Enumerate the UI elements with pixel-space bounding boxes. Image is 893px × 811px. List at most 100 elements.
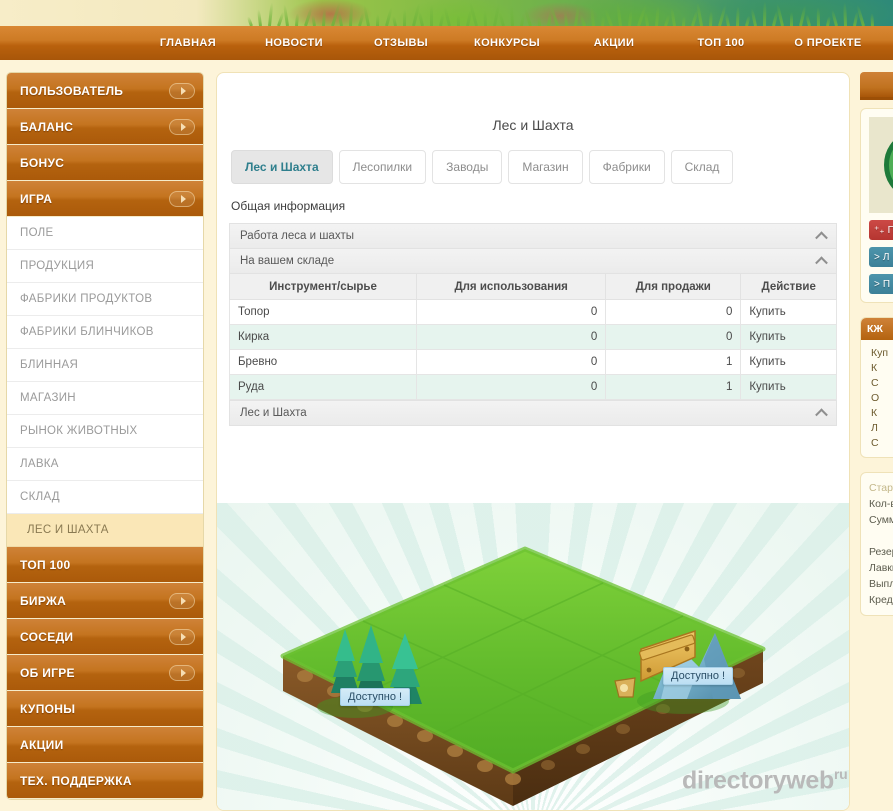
sidebar-item-соседи[interactable]: СОСЕДИ: [7, 619, 203, 655]
grass-blade: [724, 12, 730, 26]
buy-button[interactable]: Купить: [740, 299, 837, 325]
chevron-right-icon: >: [874, 251, 880, 263]
accordion-forest-mine-label: Лес и Шахта: [240, 407, 307, 419]
sidebar-subitem-фабрики-продуктов[interactable]: ФАБРИКИ ПРОДУКТОВ: [7, 283, 203, 316]
cell-for-use: 0: [416, 374, 607, 400]
sidebar-subitem-магазин[interactable]: МАГАЗИН: [7, 382, 203, 415]
tab-3[interactable]: Магазин: [508, 150, 583, 184]
col-header-use: Для использования: [416, 273, 607, 300]
right-button-register[interactable]: ⁺₊ П: [869, 220, 893, 240]
table-row: Бревно 0 1 Купить: [228, 349, 837, 375]
tab-5[interactable]: Склад: [670, 150, 734, 184]
table-row: Кирка 0 0 Купить: [228, 324, 837, 350]
right-top-button[interactable]: [860, 72, 893, 100]
sidebar-subitem-блинная[interactable]: БЛИННАЯ: [7, 349, 203, 382]
nav-item-1[interactable]: НОВОСТИ: [265, 37, 323, 49]
forest-available-label[interactable]: Доступно !: [340, 688, 411, 706]
sidebar-item-игра[interactable]: ИГРА: [7, 181, 203, 217]
grass-blade: [745, 14, 751, 26]
chevron-right-icon[interactable]: [169, 82, 195, 99]
sidebar-subitem-лес-и-шахта[interactable]: ЛЕС И ШАХТА: [7, 514, 203, 547]
accordion-group: Работа леса и шахты На вашем складе Инст…: [217, 213, 849, 426]
grass-blade: [790, 12, 793, 26]
cell-for-sale: 0: [605, 324, 742, 350]
cell-for-use: 0: [416, 324, 607, 350]
chevron-right-icon[interactable]: [169, 592, 195, 609]
cell-tool-name: Бревно: [228, 349, 418, 375]
chevron-right-icon[interactable]: [169, 118, 195, 135]
sidebar-item-тех-поддержка[interactable]: ТЕХ. ПОДДЕРЖКА: [7, 763, 203, 799]
grass-blade: [826, 15, 832, 26]
sidebar-item-label: ПОЛЬЗОВАТЕЛЬ: [20, 83, 124, 98]
nav-item-2[interactable]: ОТЗЫВЫ: [374, 37, 428, 49]
accordion-warehouse[interactable]: На вашем складе: [229, 248, 837, 274]
game-scene[interactable]: Доступно ! Доступно !: [217, 503, 849, 810]
right-info-line-0: Куп: [871, 347, 889, 359]
col-header-tool: Инструмент/сырье: [228, 273, 418, 300]
right-stats-heading: Старт: [869, 482, 893, 494]
grass-blade: [439, 12, 445, 26]
grass-blade: [589, 5, 595, 26]
sidebar-subitem-label: ПРОДУКЦИЯ: [20, 260, 95, 272]
right-info-list: Куп К С О К Л С: [861, 340, 893, 457]
mine-available-label[interactable]: Доступно !: [663, 667, 734, 685]
grass-blade: [498, 12, 505, 26]
accordion-forest-mine[interactable]: Лес и Шахта: [229, 400, 837, 426]
tab-4[interactable]: Фабрики: [588, 150, 665, 184]
grass-blade: [578, 13, 586, 26]
isometric-board[interactable]: Доступно ! Доступно !: [263, 521, 803, 810]
nav-item-0[interactable]: ГЛАВНАЯ: [160, 37, 216, 49]
right-info-card: КЖ Куп К С О К Л С: [860, 317, 893, 458]
grass-blade: [282, 4, 289, 26]
sidebar-item-топ-100[interactable]: ТОП 100: [7, 547, 203, 583]
chevron-right-icon[interactable]: [169, 664, 195, 681]
right-info-card-title: КЖ: [861, 318, 893, 340]
cell-tool-name: Руда: [228, 374, 418, 400]
section-label: Общая информация: [231, 199, 346, 213]
sidebar-item-биржа[interactable]: БИРЖА: [7, 583, 203, 619]
site-banner: [0, 0, 893, 26]
right-info-line-2: С: [871, 377, 879, 389]
right-button-recover[interactable]: > П: [869, 274, 893, 294]
right-info-line-3: О: [871, 392, 880, 404]
sidebar-item-акции[interactable]: АКЦИИ: [7, 727, 203, 763]
right-stats-line-6: Креди: [869, 594, 893, 606]
sidebar-subitem-label: СКЛАД: [20, 491, 60, 503]
tab-1[interactable]: Лесопилки: [338, 150, 427, 184]
nav-item-4[interactable]: АКЦИИ: [594, 37, 635, 49]
buy-button[interactable]: Купить: [740, 324, 837, 350]
sidebar-item-купоны[interactable]: КУПОНЫ: [7, 691, 203, 727]
page-title: Лес и Шахта: [492, 117, 574, 133]
chevron-right-icon[interactable]: [169, 190, 195, 207]
sidebar-subitem-рынок-животных[interactable]: РЫНОК ЖИВОТНЫХ: [7, 415, 203, 448]
nav-item-3[interactable]: КОНКУРСЫ: [474, 37, 540, 49]
nav-item-5[interactable]: ТОП 100: [697, 37, 744, 49]
tab-0[interactable]: Лес и Шахта: [231, 150, 333, 184]
grass-blade: [736, 5, 740, 26]
sidebar-subitem-лавка[interactable]: ЛАВКА: [7, 448, 203, 481]
sidebar-item-label: БОНУС: [20, 155, 65, 170]
sidebar-subitem-поле[interactable]: ПОЛЕ: [7, 217, 203, 250]
sidebar-subitem-фабрики-блинчиков[interactable]: ФАБРИКИ БЛИНЧИКОВ: [7, 316, 203, 349]
sidebar-subitem-label: ЛЕС И ШАХТА: [27, 524, 109, 536]
sidebar-item-баланс[interactable]: БАЛАНС: [7, 109, 203, 145]
chevron-right-icon[interactable]: [169, 628, 195, 645]
main-navigation: ГЛАВНАЯ НОВОСТИ ОТЗЫВЫ КОНКУРСЫ АКЦИИ ТОП 100…: [0, 26, 893, 60]
sidebar-item-об-игре[interactable]: ОБ ИГРЕ: [7, 655, 203, 691]
table-header-row: Инструмент/сырье Для использования Для п…: [228, 273, 837, 300]
grass-blade: [430, 4, 433, 26]
tab-2[interactable]: Заводы: [432, 150, 503, 184]
buy-button[interactable]: Купить: [740, 349, 837, 375]
buy-button[interactable]: Купить: [740, 374, 837, 400]
grass-blade: [246, 16, 253, 26]
grass-blade: [483, 9, 487, 26]
sidebar-item-бонус[interactable]: БОНУС: [7, 145, 203, 181]
sidebar-item-label: ТЕХ. ПОДДЕРЖКА: [20, 773, 132, 788]
sidebar-subitem-склад[interactable]: СКЛАД: [7, 481, 203, 514]
accordion-work[interactable]: Работа леса и шахты: [229, 223, 837, 249]
sidebar-item-пользователь[interactable]: ПОЛЬЗОВАТЕЛЬ: [7, 73, 203, 109]
nav-item-6[interactable]: О ПРОЕКТЕ: [794, 37, 861, 49]
game-logo-icon: [884, 129, 893, 201]
right-button-login[interactable]: > Л: [869, 247, 893, 267]
sidebar-subitem-продукция[interactable]: ПРОДУКЦИЯ: [7, 250, 203, 283]
